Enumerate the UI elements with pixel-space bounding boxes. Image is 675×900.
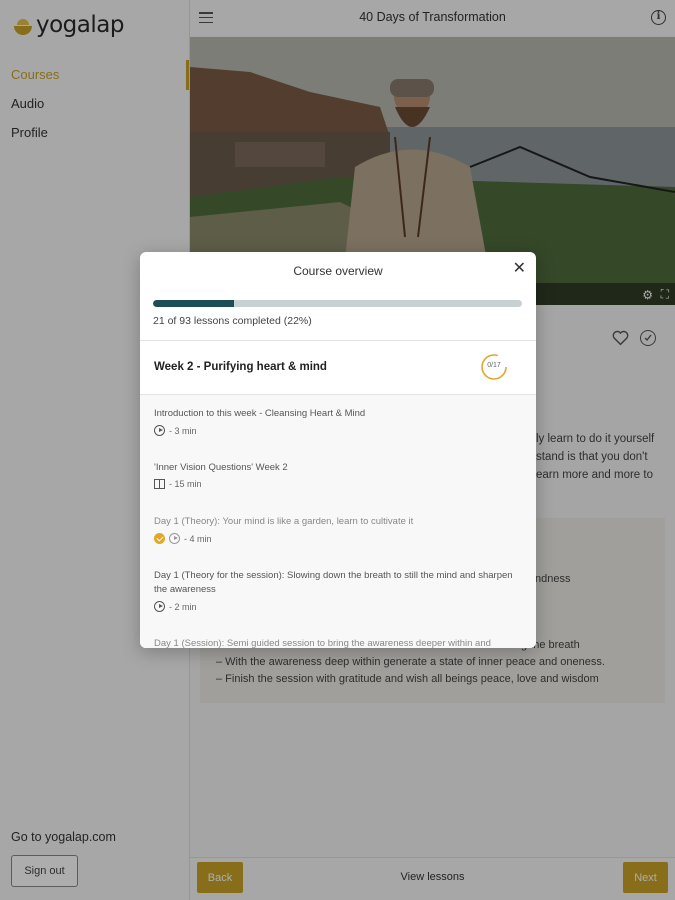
week-progress-text: 0/17: [487, 362, 501, 369]
course-progress-fill: [153, 300, 235, 307]
close-icon[interactable]: ✕: [513, 261, 526, 277]
lesson-item[interactable]: Day 1 (Session): Semi guided session to …: [154, 637, 524, 648]
lesson-meta: - 4 min: [154, 533, 524, 544]
lesson-item[interactable]: Day 1 (Theory for the session): Slowing …: [154, 569, 524, 612]
completed-check-icon: [154, 533, 165, 544]
lesson-title: Day 1 (Theory): Your mind is like a gard…: [154, 516, 414, 527]
lesson-item[interactable]: Introduction to this week - Cleansing He…: [154, 407, 524, 436]
lesson-duration: - 2 min: [169, 601, 197, 612]
lesson-duration: - 3 min: [169, 425, 197, 436]
lesson-title: Introduction to this week - Cleansing He…: [154, 408, 366, 419]
divider: [140, 340, 536, 341]
lesson-meta: - 2 min: [154, 601, 524, 612]
modal-title: Course overview: [293, 264, 383, 278]
lesson-meta: - 3 min: [154, 425, 524, 436]
course-progress-bar: [153, 300, 522, 307]
week-progress-ring: 0/17: [480, 353, 508, 381]
play-icon: [154, 425, 165, 436]
lesson-title: Day 1 (Theory for the session): Slowing …: [154, 570, 513, 595]
modal-header: Course overview ✕: [140, 252, 536, 288]
book-icon: [154, 479, 165, 489]
lesson-duration: - 4 min: [184, 533, 212, 544]
lesson-list: Introduction to this week - Cleansing He…: [140, 395, 536, 648]
lesson-title: 'Inner Vision Questions' Week 2: [154, 462, 288, 473]
week-title[interactable]: Week 2 - Purifying heart & mind: [154, 361, 327, 373]
lesson-duration: - 15 min: [169, 479, 202, 489]
lesson-item[interactable]: 'Inner Vision Questions' Week 2 - 15 min: [154, 461, 524, 489]
play-icon: [154, 601, 165, 612]
lesson-title: Day 1 (Session): Semi guided session to …: [154, 638, 491, 648]
play-icon: [169, 533, 180, 544]
lesson-meta: - 15 min: [154, 479, 524, 489]
course-overview-modal: Course overview ✕ 21 of 93 lessons compl…: [140, 252, 536, 648]
lesson-item[interactable]: Day 1 (Theory): Your mind is like a gard…: [154, 515, 524, 544]
course-progress-text: 21 of 93 lessons completed (22%): [153, 315, 312, 327]
